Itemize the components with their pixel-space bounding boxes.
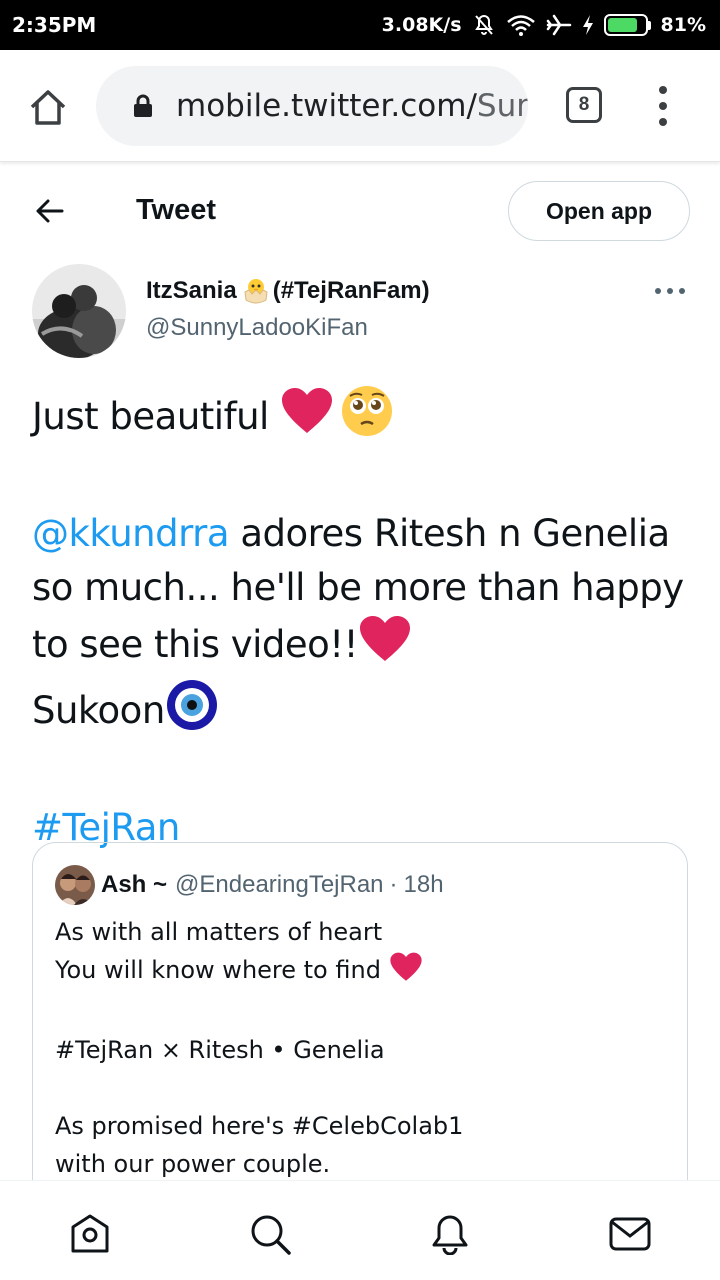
url-text[interactable]: mobile.twitter.com/Sur — [176, 88, 528, 124]
quoted-line: You will know where to find — [55, 951, 665, 993]
bottom-navigation — [0, 1180, 720, 1280]
tweet-spacer — [32, 453, 692, 507]
quoted-tweet-text: As with all matters of heart You will kn… — [55, 913, 665, 1183]
page-title: Tweet — [136, 194, 217, 226]
open-app-button[interactable]: Open app — [508, 181, 690, 241]
notifications-bell-icon[interactable] — [429, 1213, 471, 1256]
red-heart-icon — [358, 615, 412, 678]
more-options-icon[interactable] — [655, 286, 685, 296]
tweet-header: Tweet Open app — [0, 170, 720, 252]
network-speed: 3.08K/s — [381, 14, 462, 36]
quoted-timestamp: 18h — [403, 871, 444, 898]
mention-link[interactable]: @kkundrra — [32, 512, 230, 555]
quoted-tweet-header: Ash ~ @EndearingTejRan · 18h — [55, 863, 665, 907]
back-arrow-icon[interactable] — [34, 196, 66, 226]
quoted-author-name: Ash ~ — [101, 871, 168, 898]
lock-icon — [132, 94, 154, 118]
quoted-separator: · — [389, 871, 398, 898]
red-heart-icon — [280, 387, 334, 450]
tweet-spacer — [32, 747, 692, 801]
battery-icon — [603, 14, 651, 36]
status-time: 2:35PM — [12, 13, 97, 37]
charging-icon — [582, 14, 594, 36]
messages-envelope-icon[interactable] — [609, 1213, 651, 1255]
tweet-text: Just beautiful @kkundrra adores Ritesh n… — [32, 384, 692, 855]
home-icon[interactable] — [28, 88, 68, 128]
home-nav-icon[interactable] — [69, 1213, 111, 1255]
quoted-line: As promised here's #CelebColab1 — [55, 1112, 464, 1140]
quoted-line: #TejRan × Ritesh • Genelia — [55, 1036, 385, 1064]
quoted-line: As with all matters of heart — [55, 918, 383, 946]
quoted-author-handle: @EndearingTejRan — [175, 871, 384, 898]
mute-icon — [472, 13, 496, 37]
browser-toolbar: mobile.twitter.com/Sur 8 — [0, 50, 720, 162]
battery-percent: 81% — [660, 14, 706, 36]
tweet-paragraph-2: @kkundrra adores Ritesh n Genelia so muc… — [32, 507, 692, 747]
address-bar[interactable]: mobile.twitter.com/Sur — [96, 66, 528, 146]
quoted-line: with our power couple. — [55, 1150, 331, 1178]
airplane-icon — [546, 13, 572, 37]
search-icon[interactable] — [249, 1213, 291, 1255]
author-handle[interactable]: @SunnyLadooKiFan — [146, 314, 368, 342]
status-bar: 2:35PM 3.08K/s 81% — [0, 0, 720, 50]
author-avatar[interactable] — [32, 264, 126, 358]
status-right: 3.08K/s 81% — [382, 13, 706, 37]
pleading-face-icon — [340, 384, 394, 453]
red-heart-icon — [389, 952, 423, 993]
nazar-amulet-icon — [165, 678, 219, 747]
hatching-chick-icon — [241, 276, 271, 306]
quoted-author-avatar — [55, 865, 95, 905]
tab-switcher-button[interactable]: 8 — [566, 87, 602, 123]
wifi-icon — [506, 13, 536, 37]
author-name[interactable]: ItzSania (#TejRanFam) — [146, 276, 430, 306]
browser-menu-icon[interactable] — [655, 86, 671, 126]
tweet-line-1: Just beautiful — [32, 384, 692, 453]
